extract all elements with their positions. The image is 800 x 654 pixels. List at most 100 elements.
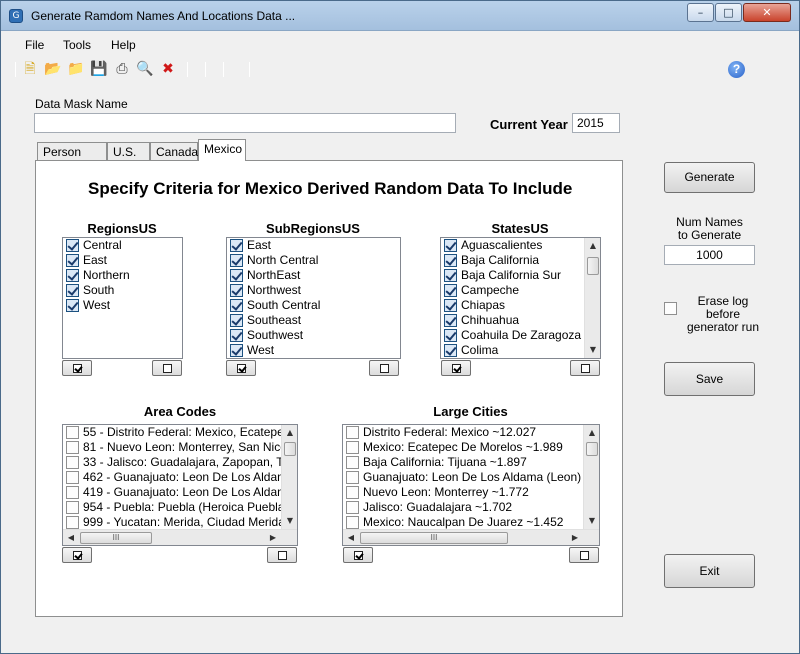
checkbox[interactable] bbox=[346, 471, 359, 484]
checkbox[interactable] bbox=[66, 239, 79, 252]
checkbox[interactable] bbox=[66, 471, 79, 484]
list-item[interactable]: Coahuila De Zaragoza bbox=[441, 328, 600, 343]
checkbox[interactable] bbox=[444, 344, 457, 357]
list-item[interactable]: 33 - Jalisco: Guadalajara, Zapopan, Tlaq bbox=[63, 455, 297, 470]
checkbox[interactable] bbox=[444, 299, 457, 312]
list-item[interactable]: Chihuahua bbox=[441, 313, 600, 328]
checkbox[interactable] bbox=[444, 254, 457, 267]
delete-icon[interactable]: ✖ bbox=[159, 60, 177, 78]
list-item[interactable]: Northwest bbox=[227, 283, 400, 298]
large-cities-clear-all-button[interactable] bbox=[569, 547, 599, 563]
checkbox[interactable] bbox=[66, 284, 79, 297]
list-item[interactable]: Aguascalientes bbox=[441, 238, 600, 253]
list-item[interactable]: Northern bbox=[63, 268, 182, 283]
print-icon[interactable]: ⎙ bbox=[113, 60, 131, 78]
checkbox[interactable] bbox=[66, 299, 79, 312]
checkbox[interactable] bbox=[230, 344, 243, 357]
menu-help[interactable]: Help bbox=[111, 38, 136, 52]
list-item[interactable]: Baja California: Tijuana ~1.897 bbox=[343, 455, 599, 470]
large-cities-horizontal-scrollbar[interactable]: ◀ III ▶ bbox=[343, 529, 599, 545]
list-item[interactable]: Nuevo Leon: Monterrey ~1.772 bbox=[343, 485, 599, 500]
list-item[interactable]: Baja California bbox=[441, 253, 600, 268]
checkbox[interactable] bbox=[346, 501, 359, 514]
scroll-up-icon[interactable]: ▲ bbox=[584, 425, 599, 441]
exit-button[interactable]: Exit bbox=[664, 554, 755, 588]
list-item[interactable]: Chiapas bbox=[441, 298, 600, 313]
states-clear-all-button[interactable] bbox=[570, 360, 600, 376]
scroll-left-icon[interactable]: ◀ bbox=[343, 530, 359, 545]
checkbox[interactable] bbox=[230, 284, 243, 297]
tab-canada[interactable]: Canada bbox=[150, 142, 198, 160]
area-codes-clear-all-button[interactable] bbox=[267, 547, 297, 563]
list-item[interactable]: Mexico: Naucalpan De Juarez ~1.452 bbox=[343, 515, 599, 530]
scroll-right-icon[interactable]: ▶ bbox=[567, 530, 583, 545]
checkbox[interactable] bbox=[444, 239, 457, 252]
checkbox[interactable] bbox=[66, 269, 79, 282]
checkbox[interactable] bbox=[66, 501, 79, 514]
list-item[interactable]: 419 - Guanajuato: Leon De Los Aldama (l bbox=[63, 485, 297, 500]
current-year-input[interactable]: 2015 bbox=[572, 113, 620, 133]
list-item[interactable]: Southeast bbox=[227, 313, 400, 328]
list-item[interactable]: Southwest bbox=[227, 328, 400, 343]
checkbox[interactable] bbox=[444, 314, 457, 327]
checkbox[interactable] bbox=[346, 456, 359, 469]
list-item[interactable]: 954 - Puebla: Puebla (Heroica Puebla), O bbox=[63, 500, 297, 515]
checkbox[interactable] bbox=[444, 329, 457, 342]
scroll-up-icon[interactable]: ▲ bbox=[282, 425, 297, 441]
list-item[interactable]: West bbox=[63, 298, 182, 313]
checkbox[interactable] bbox=[230, 299, 243, 312]
states-select-all-button[interactable] bbox=[441, 360, 471, 376]
list-item[interactable]: Central bbox=[63, 238, 182, 253]
minimize-button[interactable]: – bbox=[687, 3, 714, 22]
tab-mexico[interactable]: Mexico bbox=[198, 139, 246, 161]
list-item[interactable]: West bbox=[227, 343, 400, 358]
checkbox[interactable] bbox=[230, 239, 243, 252]
checkbox[interactable] bbox=[66, 516, 79, 529]
new-icon[interactable]: 🗎 bbox=[21, 60, 39, 78]
checkbox[interactable] bbox=[66, 426, 79, 439]
checkbox[interactable] bbox=[66, 486, 79, 499]
list-item[interactable]: Campeche bbox=[441, 283, 600, 298]
checkbox[interactable] bbox=[444, 284, 457, 297]
list-item[interactable]: Guanajuato: Leon De Los Aldama (Leon) ~1… bbox=[343, 470, 599, 485]
checkbox[interactable] bbox=[230, 254, 243, 267]
checkbox[interactable] bbox=[346, 426, 359, 439]
print-preview-icon[interactable]: 🔍 bbox=[136, 60, 154, 78]
regions-list[interactable]: Central East Northern South West bbox=[62, 237, 183, 359]
subregions-list[interactable]: East North Central NorthEast Northwest S… bbox=[226, 237, 401, 359]
scroll-thumb[interactable] bbox=[586, 442, 598, 456]
checkbox[interactable] bbox=[230, 269, 243, 282]
close-button[interactable]: ✕ bbox=[743, 3, 791, 22]
subregions-clear-all-button[interactable] bbox=[369, 360, 399, 376]
list-item[interactable]: Colima bbox=[441, 343, 600, 358]
scroll-up-icon[interactable]: ▲ bbox=[585, 238, 600, 254]
list-item[interactable]: East bbox=[63, 253, 182, 268]
scroll-down-icon[interactable]: ▼ bbox=[282, 513, 297, 529]
scroll-thumb[interactable] bbox=[284, 442, 296, 456]
scroll-thumb[interactable]: III bbox=[360, 532, 508, 544]
area-codes-select-all-button[interactable] bbox=[62, 547, 92, 563]
generate-button[interactable]: Generate bbox=[664, 162, 755, 193]
list-item[interactable]: Distrito Federal: Mexico ~12.027 bbox=[343, 425, 599, 440]
large-cities-list[interactable]: Distrito Federal: Mexico ~12.027 Mexico:… bbox=[342, 424, 600, 546]
checkbox[interactable] bbox=[230, 329, 243, 342]
list-item[interactable]: 462 - Guanajuato: Leon De Los Aldama (l bbox=[63, 470, 297, 485]
scroll-thumb[interactable]: III bbox=[80, 532, 152, 544]
checkbox[interactable] bbox=[66, 456, 79, 469]
menu-file[interactable]: File bbox=[25, 38, 44, 52]
list-item[interactable]: NorthEast bbox=[227, 268, 400, 283]
states-list[interactable]: Aguascalientes Baja California Baja Cali… bbox=[440, 237, 601, 359]
tab-us[interactable]: U.S. bbox=[107, 142, 150, 160]
open-icon[interactable]: 📂 bbox=[44, 60, 62, 78]
save-icon[interactable]: 💾 bbox=[90, 60, 108, 78]
list-item[interactable]: 999 - Yucatan: Merida, Ciudad Merida, Ci bbox=[63, 515, 297, 530]
list-item[interactable]: Jalisco: Guadalajara ~1.702 bbox=[343, 500, 599, 515]
title-bar[interactable]: G Generate Ramdom Names And Locations Da… bbox=[1, 1, 799, 31]
scroll-thumb[interactable] bbox=[587, 257, 599, 275]
folder-icon[interactable]: 📁 bbox=[67, 60, 85, 78]
data-mask-input[interactable] bbox=[34, 113, 456, 133]
list-item[interactable]: Baja California Sur bbox=[441, 268, 600, 283]
scroll-down-icon[interactable]: ▼ bbox=[585, 342, 600, 358]
menu-tools[interactable]: Tools bbox=[63, 38, 91, 52]
num-names-input[interactable]: 1000 bbox=[664, 245, 755, 265]
